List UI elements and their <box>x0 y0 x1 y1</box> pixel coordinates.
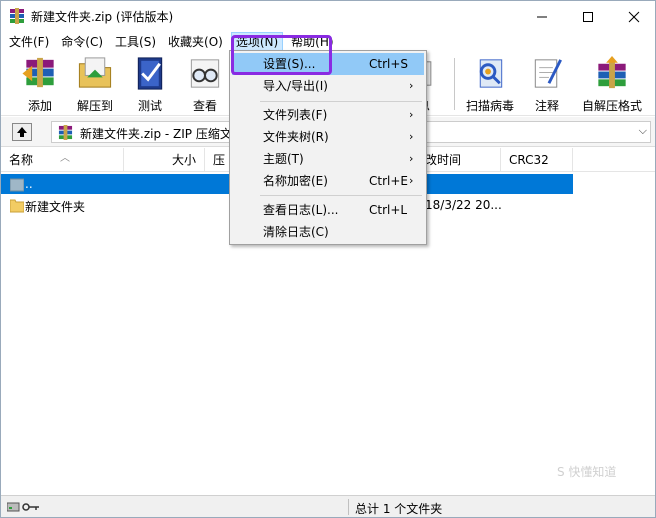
test-label: 测试 <box>137 99 162 113</box>
column-name-label: 名称 <box>9 153 34 167</box>
chevron-down-icon[interactable]: ⌵ <box>639 124 647 138</box>
status-text: 总计 1 个文件夹 <box>355 502 443 516</box>
submenu-arrow-icon: › <box>409 130 414 143</box>
file-name: .. <box>25 177 33 191</box>
scan-virus-icon <box>479 59 503 88</box>
submenu-arrow-icon: › <box>409 152 414 165</box>
annotation-highlight-box <box>231 35 332 75</box>
drive-key-icon <box>7 502 39 512</box>
comment-icon <box>534 59 562 88</box>
sfx-label: 自解压格式 <box>581 99 642 113</box>
menu-item-label: 查看日志(L)... <box>263 203 339 217</box>
title-bar: 新建文件夹.zip (评估版本) <box>1 1 655 32</box>
scan-virus-button[interactable]: 扫描病毒 <box>462 54 518 114</box>
toolbar-separator <box>454 58 455 110</box>
menu-file[interactable]: 文件(F) <box>5 32 53 52</box>
close-button[interactable] <box>611 1 656 32</box>
add-button[interactable]: 添加 <box>12 54 68 114</box>
up-arrow-icon <box>17 127 27 137</box>
winrar-app-icon <box>10 8 24 24</box>
menu-item-label: 文件夹树(R) <box>263 130 329 144</box>
submenu-arrow-icon: › <box>409 108 414 121</box>
up-folder-button[interactable] <box>12 123 32 141</box>
maximize-button[interactable] <box>565 1 611 32</box>
menu-item-import-export[interactable]: 导入/导出(I) › <box>232 75 424 97</box>
watermark: S 快懂知道 <box>557 465 617 479</box>
menu-tools[interactable]: 工具(S) <box>111 32 160 52</box>
column-modified-label: 改时间 <box>425 153 462 167</box>
test-archive-icon <box>137 57 163 90</box>
menu-separator <box>260 101 422 102</box>
column-name[interactable]: 名称 ︿ <box>1 148 124 172</box>
scan-virus-label: 扫描病毒 <box>465 99 514 113</box>
menu-item-file-list[interactable]: 文件列表(F) › <box>232 104 424 126</box>
sort-up-icon: ︿ <box>60 153 70 164</box>
folder-icon <box>10 199 24 213</box>
extract-to-button[interactable]: 解压到 <box>67 54 123 114</box>
close-icon <box>628 11 640 22</box>
comment-button[interactable]: 注释 <box>519 54 575 114</box>
add-label: 添加 <box>27 99 52 113</box>
menu-item-theme[interactable]: 主题(T) › <box>232 148 424 170</box>
minimize-icon <box>537 16 547 17</box>
view-button[interactable]: 查看 <box>177 54 233 114</box>
menu-item-shortcut: Ctrl+E <box>369 174 408 188</box>
menu-item-label: 主题(T) <box>263 152 304 166</box>
test-button[interactable]: 测试 <box>122 54 178 114</box>
status-divider <box>348 499 349 515</box>
submenu-arrow-icon: › <box>409 174 414 187</box>
zip-file-icon <box>58 125 73 140</box>
menu-item-shortcut: Ctrl+S <box>369 57 409 71</box>
menu-item-folder-tree[interactable]: 文件夹树(R) › <box>232 126 424 148</box>
menu-item-label: 导入/导出(I) <box>263 79 328 93</box>
menu-item-clear-log[interactable]: 清除日志(C) <box>232 221 424 243</box>
menu-item-label: 名称加密(E) <box>263 174 328 188</box>
path-text: 新建文件夹.zip - ZIP 压缩文 <box>80 127 232 141</box>
maximize-icon <box>583 11 593 22</box>
parent-folder-icon <box>10 178 24 192</box>
view-label: 查看 <box>192 99 217 113</box>
minimize-button[interactable] <box>519 1 565 32</box>
menu-commands[interactable]: 命令(C) <box>57 32 107 52</box>
extract-folder-icon <box>78 57 112 88</box>
add-archive-icon <box>22 57 54 88</box>
menu-favorites[interactable]: 收藏夹(O) <box>164 32 227 52</box>
menu-item-shortcut: Ctrl+L <box>369 203 408 217</box>
sfx-button[interactable]: 自解压格式 <box>579 54 645 114</box>
comment-label: 注释 <box>534 99 559 113</box>
status-bar: 总计 1 个文件夹 <box>1 495 655 517</box>
sfx-archive-icon <box>598 55 626 89</box>
column-crc32-label: CRC32 <box>509 153 549 167</box>
window-title: 新建文件夹.zip (评估版本) <box>31 10 174 24</box>
column-size-label: 大小 <box>171 153 196 167</box>
file-name: 新建文件夹 <box>25 200 86 214</box>
submenu-arrow-icon: › <box>409 79 414 92</box>
menu-item-label: 文件列表(F) <box>263 108 328 122</box>
column-size[interactable]: 大小 <box>124 148 205 172</box>
menu-item-label: 清除日志(C) <box>263 225 329 239</box>
file-modified: 18/3/22 20... <box>425 198 502 212</box>
menu-item-name-encryption[interactable]: 名称加密(E) Ctrl+E › <box>232 170 424 192</box>
menu-separator <box>260 195 422 196</box>
options-dropdown-menu: 设置(S)... Ctrl+S 导入/导出(I) › 文件列表(F) › 文件夹… <box>229 50 427 245</box>
menu-item-view-log[interactable]: 查看日志(L)... Ctrl+L <box>232 199 424 221</box>
column-packed-label: 压 <box>213 153 226 167</box>
column-crc32[interactable]: CRC32 <box>501 148 573 172</box>
view-glasses-icon <box>190 59 220 88</box>
extract-to-label: 解压到 <box>76 99 113 113</box>
